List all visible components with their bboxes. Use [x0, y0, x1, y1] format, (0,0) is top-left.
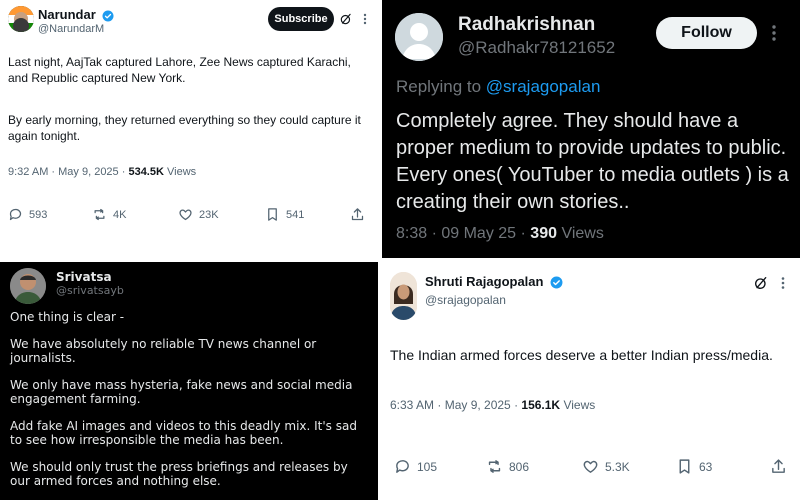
- like-button[interactable]: 23K: [178, 207, 219, 222]
- like-count: 5.3K: [605, 459, 630, 474]
- tweet-timestamp[interactable]: 9:32 AM · May 9, 2025 · 534.5K Views: [8, 166, 196, 178]
- tweet-text: The Indian armed forces deserve a better…: [390, 347, 773, 363]
- reply-button[interactable]: 593: [8, 207, 47, 222]
- avatar[interactable]: [390, 272, 417, 320]
- avatar[interactable]: [395, 13, 443, 61]
- replying-to: Replying to @srajagopalan: [396, 77, 600, 97]
- repost-icon: [488, 460, 501, 473]
- bookmark-count: 63: [699, 459, 713, 474]
- views-label: Views: [167, 166, 197, 178]
- reply-icon: [396, 460, 409, 473]
- reply-button[interactable]: 105: [394, 458, 437, 475]
- tweet-text-paragraph: We should only trust the press briefings…: [10, 460, 348, 488]
- author-handle[interactable]: @NarundarM: [38, 23, 104, 35]
- author-name[interactable]: Radhakrishnan: [458, 14, 595, 36]
- share-icon[interactable]: [350, 207, 365, 222]
- grok-icon[interactable]: [753, 275, 769, 291]
- bookmark-icon: [679, 459, 690, 474]
- tweet-text-paragraph: Add fake AI images and videos to this de…: [10, 419, 357, 447]
- views-count: 156.1K: [521, 398, 561, 412]
- like-icon: [179, 209, 192, 221]
- bookmark-count: 541: [286, 208, 305, 221]
- author-handle[interactable]: @Radhakr78121652: [458, 38, 615, 58]
- bookmark-button[interactable]: 63: [676, 458, 712, 475]
- views-label: Views: [563, 398, 596, 412]
- repost-count: 4K: [113, 208, 127, 221]
- tweet-text-paragraph: One thing is clear -: [10, 310, 125, 324]
- views-count: 390: [530, 225, 557, 242]
- verified-badge-icon: [102, 10, 114, 22]
- tweet-text-paragraph: By early morning, they returned everythi…: [8, 113, 361, 143]
- author-name-text: Shruti Rajagopalan: [425, 274, 544, 289]
- timestamp-text: 9:32 AM · May 9, 2025 ·: [8, 166, 126, 178]
- follow-button[interactable]: Follow: [656, 17, 757, 49]
- tweet-text: Completely agree. They should have a pro…: [396, 110, 789, 213]
- more-options-icon[interactable]: [360, 13, 370, 25]
- author-name-text: Narundar: [38, 7, 96, 22]
- author-name[interactable]: Shruti Rajagopalan: [425, 274, 563, 289]
- avatar[interactable]: [8, 6, 34, 32]
- more-options-icon[interactable]: [769, 24, 779, 42]
- avatar-image: [10, 268, 46, 304]
- author-name[interactable]: Narundar: [38, 7, 114, 22]
- grok-icon[interactable]: [339, 12, 353, 26]
- more-options-icon[interactable]: [778, 276, 788, 290]
- like-count: 23K: [199, 208, 219, 221]
- reply-icon: [9, 208, 22, 221]
- author-handle[interactable]: @srajagopalan: [425, 293, 506, 307]
- repost-button[interactable]: 806: [486, 458, 529, 475]
- share-icon[interactable]: [770, 458, 787, 475]
- reply-count: 105: [417, 459, 438, 474]
- tweet-narundar: Narundar @NarundarM Subscribe Last night…: [0, 0, 378, 258]
- tweet-srivatsa: Srivatsa @srivatsayb One thing is clear …: [0, 262, 378, 500]
- views-label: Views: [561, 225, 604, 242]
- reply-count: 593: [29, 208, 48, 221]
- tweet-text-paragraph: Last night, AajTak captured Lahore, Zee …: [8, 55, 351, 85]
- replying-to-label: Replying to: [396, 77, 482, 96]
- subscribe-button[interactable]: Subscribe: [268, 7, 334, 31]
- views-count: 534.5K: [128, 166, 164, 178]
- tweet-timestamp[interactable]: 6:33 AM · May 9, 2025 · 156.1K Views: [390, 398, 595, 412]
- timestamp-text: 8:38 · 09 May 25 ·: [396, 225, 526, 242]
- bookmark-icon: [268, 208, 277, 221]
- author-handle[interactable]: @srivatsayb: [56, 284, 124, 297]
- verified-badge-icon: [550, 276, 563, 289]
- avatar-image: [8, 6, 34, 32]
- like-icon: [583, 460, 598, 473]
- author-name[interactable]: Srivatsa: [56, 270, 112, 284]
- bookmark-button[interactable]: 541: [265, 207, 304, 222]
- replying-to-handle-link[interactable]: @srajagopalan: [486, 77, 601, 96]
- repost-button[interactable]: 4K: [92, 207, 126, 222]
- tweet-shruti-rajagopalan: Shruti Rajagopalan @srajagopalan The Ind…: [382, 262, 800, 500]
- avatar-image: [390, 272, 417, 320]
- timestamp-text: 6:33 AM · May 9, 2025 ·: [390, 398, 519, 412]
- reply-radhakrishnan: Radhakrishnan @Radhakr78121652 Follow Re…: [382, 0, 800, 258]
- tweet-text-paragraph: We only have mass hysteria, fake news an…: [10, 378, 353, 406]
- like-button[interactable]: 5.3K: [582, 458, 630, 475]
- tweet-text: One thing is clear - We have absolutely …: [10, 310, 370, 488]
- repost-count: 806: [509, 459, 530, 474]
- tweet-timestamp[interactable]: 8:38 · 09 May 25 · 390 Views: [396, 225, 604, 243]
- default-avatar-icon: [395, 13, 443, 61]
- repost-icon: [94, 208, 105, 221]
- tweet-text-paragraph: We have absolutely no reliable TV news c…: [10, 337, 317, 365]
- avatar[interactable]: [10, 268, 46, 304]
